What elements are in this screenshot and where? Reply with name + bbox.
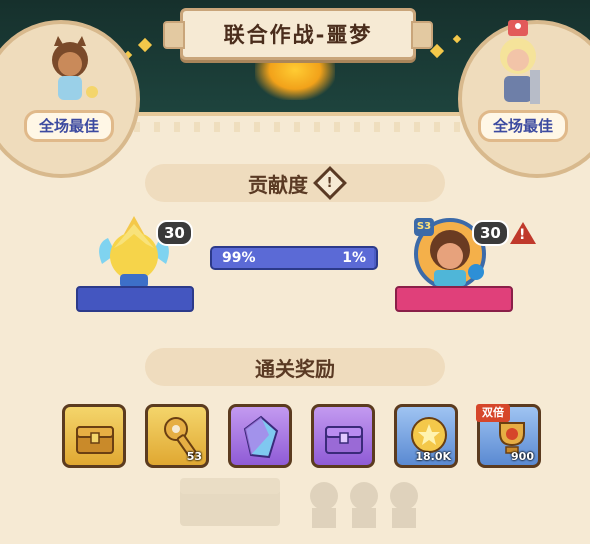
left-player-name-bar [76,286,194,312]
mvp-right-avatar[interactable] [486,20,550,110]
mvp-left-avatar[interactable] [40,36,100,108]
reward-gold-chest[interactable] [62,404,126,468]
reward-coin[interactable]: 18.0K [394,404,458,468]
reward-trophy-qty: 900 [511,450,534,463]
right-player-name-bar [395,286,513,312]
chest-icon [76,426,114,454]
left-player-level: 30 [156,220,193,246]
reward-key-qty: 53 [186,450,202,463]
right-player-level: 30 [472,220,509,246]
right-percent: 1% [342,250,366,266]
page-title: 联合作战-噩梦 [163,8,433,60]
left-percent: 99% [222,250,256,266]
reward-crystal[interactable] [228,404,292,468]
double-tag: 双倍 [476,404,510,422]
reward-purple-chest[interactable] [311,404,375,468]
star-coin-icon [411,417,447,453]
warning-diamond-icon[interactable]: ! [313,166,347,200]
rewards-header: 通关奖励 [145,348,445,386]
mvp-left-badge: 全场最佳 [24,110,115,142]
reward-key[interactable]: 53 [145,404,209,468]
decor-characters-silhouette [300,474,430,530]
warning-triangle-icon[interactable]: ! [510,222,536,244]
contribution-header-label: 贡献度 [248,172,308,197]
reward-coin-qty: 18.0K [415,450,451,463]
contribution-header: 贡献度 ! [145,164,445,202]
crystal-icon [243,415,279,459]
contribution-bar: 99% 1% [210,246,378,270]
season-badge: S3 [414,218,434,236]
decor-chest-silhouette [170,470,290,530]
chest-icon [325,426,363,454]
mvp-right-badge: 全场最佳 [478,110,569,142]
